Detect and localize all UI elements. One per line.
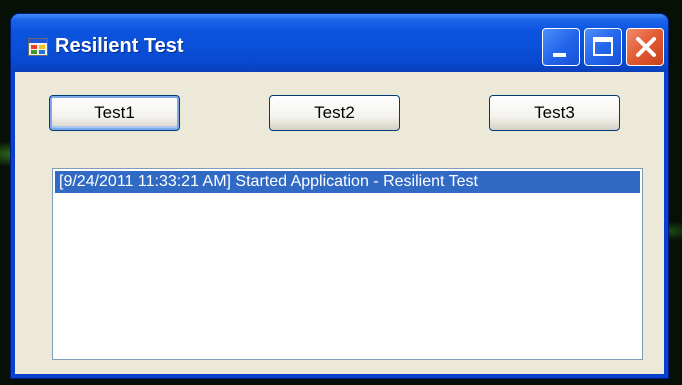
log-listbox[interactable]: [9/24/2011 11:33:21 AM] Started Applicat… xyxy=(52,168,643,360)
test1-button[interactable]: Test1 xyxy=(49,95,180,131)
title-bar[interactable]: Resilient Test xyxy=(11,14,668,72)
window-title: Resilient Test xyxy=(55,35,184,57)
maximize-icon xyxy=(593,37,613,56)
app-window: Resilient Test Test1 Test2 Test3 [9/24/2… xyxy=(11,14,668,378)
maximize-button[interactable] xyxy=(584,28,622,66)
close-button[interactable] xyxy=(626,28,664,66)
app-form-icon xyxy=(28,38,48,56)
close-icon xyxy=(636,37,656,57)
client-area: Test1 Test2 Test3 [9/24/2011 11:33:21 AM… xyxy=(15,72,664,374)
log-list-item[interactable]: [9/24/2011 11:33:21 AM] Started Applicat… xyxy=(55,171,640,193)
minimize-button[interactable] xyxy=(542,28,580,66)
minimize-icon xyxy=(553,53,566,57)
desktop-background: Resilient Test Test1 Test2 Test3 [9/24/2… xyxy=(0,0,682,385)
test3-button[interactable]: Test3 xyxy=(489,95,620,131)
test2-button[interactable]: Test2 xyxy=(269,95,400,131)
